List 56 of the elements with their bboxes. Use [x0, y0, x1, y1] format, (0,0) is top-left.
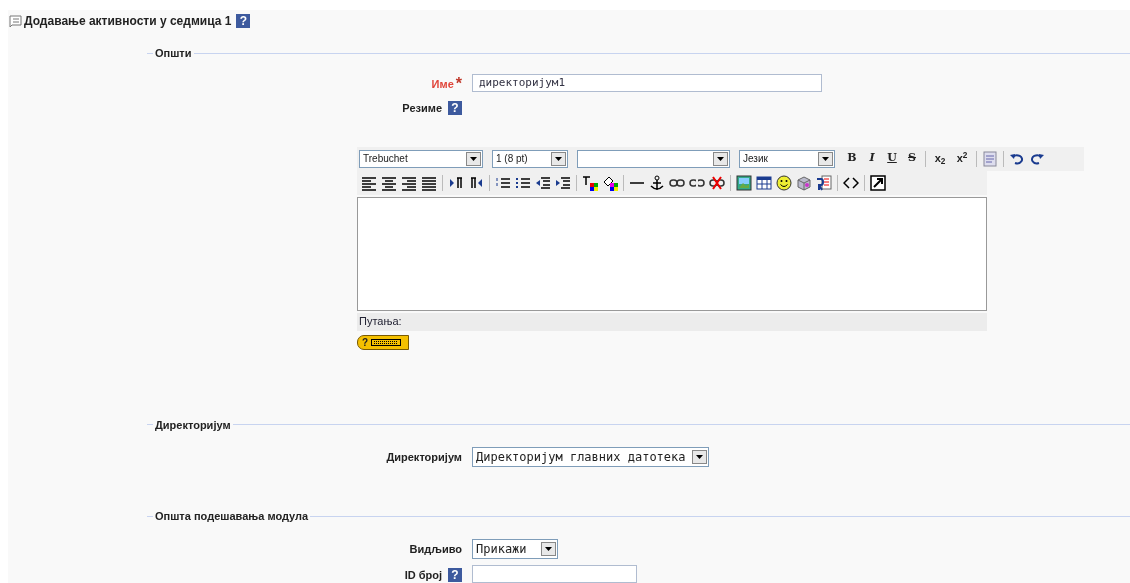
format-button[interactable]: I: [862, 148, 882, 169]
script-button[interactable]: x$_{2}$: [929, 148, 951, 169]
code-view-icon[interactable]: [843, 174, 859, 191]
section-legend: Општи: [153, 45, 194, 62]
id-number-input[interactable]: [472, 564, 637, 583]
dropdown[interactable]: 1 (8 pt): [492, 149, 568, 168]
editor-area[interactable]: [357, 196, 987, 311]
format-button[interactable]: U: [882, 148, 902, 169]
outdent-icon[interactable]: [535, 174, 551, 191]
keyboard-help-button[interactable]: ?: [357, 334, 409, 350]
help-icon[interactable]: ?: [236, 14, 251, 28]
justify-icon[interactable]: [421, 174, 437, 191]
table-icon[interactable]: [756, 174, 772, 191]
caret-icon: [818, 151, 833, 166]
paragraph-ltr-icon[interactable]: [448, 174, 464, 191]
field-label: Резиме: [402, 101, 442, 116]
dropdown[interactable]: Trebuchet: [359, 149, 483, 168]
text-color-icon[interactable]: [582, 174, 598, 191]
page-heading: Додавање активности у седмица 1: [24, 13, 232, 30]
format-button[interactable]: S: [902, 148, 922, 169]
fullscreen-icon[interactable]: [870, 174, 886, 191]
section-legend: Општа подешавања модула: [153, 508, 311, 525]
dropdown[interactable]: Језик: [739, 149, 835, 168]
paragraph-rtl-icon[interactable]: [468, 174, 484, 191]
help-icon[interactable]: ?: [448, 101, 462, 116]
indent-icon[interactable]: [555, 174, 571, 191]
anchor-icon[interactable]: [649, 174, 665, 191]
field-label: ID број: [404, 567, 442, 583]
find-replace-icon[interactable]: [816, 174, 832, 191]
caret-icon: [466, 151, 481, 166]
format-button[interactable]: B: [842, 148, 862, 169]
script-button[interactable]: x$^{2}$: [951, 148, 973, 169]
keyboard-icon: [371, 337, 402, 347]
unlink-icon[interactable]: [709, 174, 725, 191]
special-character-icon[interactable]: [796, 174, 812, 191]
path-label: Путања:: [359, 314, 402, 330]
field-label: Директоријум: [386, 450, 462, 465]
field-label: Име: [431, 76, 454, 92]
caret-icon: [692, 450, 707, 464]
background-color-icon[interactable]: [602, 174, 618, 191]
caret-icon: [541, 541, 556, 556]
caret-icon: [551, 151, 566, 166]
name-input[interactable]: директоријум1: [472, 73, 822, 92]
field-label: Видљиво: [409, 541, 462, 557]
dropdown[interactable]: Прикажи: [472, 538, 558, 559]
image-icon[interactable]: [736, 174, 752, 191]
required-mark: *: [455, 75, 462, 92]
dropdown[interactable]: [577, 149, 730, 168]
align-center-icon[interactable]: [381, 174, 397, 191]
align-right-icon[interactable]: [401, 174, 417, 191]
section-legend: Директоријум: [153, 416, 233, 433]
caret-icon: [713, 151, 728, 166]
align-left-icon[interactable]: [361, 174, 377, 191]
smiley-icon[interactable]: [776, 174, 792, 191]
dropdown[interactable]: Директоријум главних датотека: [472, 447, 709, 467]
help-icon[interactable]: ?: [448, 567, 462, 582]
